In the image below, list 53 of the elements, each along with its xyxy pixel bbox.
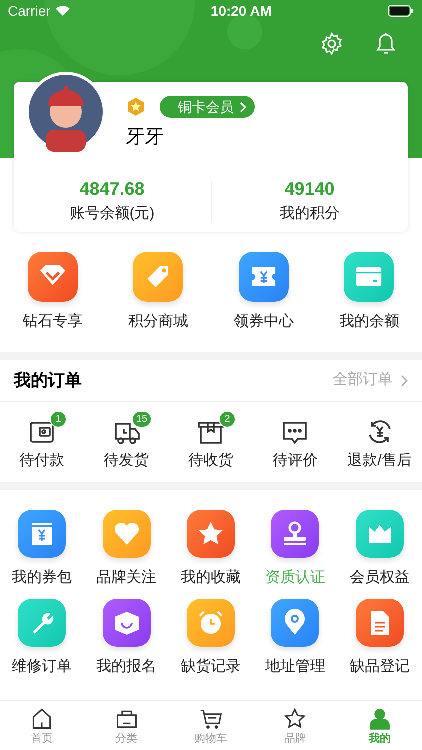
- order-status-label[interactable]: 待收货: [188, 452, 234, 468]
- stat-value: 49140: [284, 178, 335, 201]
- service-label[interactable]: 我的收藏: [180, 570, 241, 585]
- medal-icon: [126, 97, 146, 117]
- shortcut-label[interactable]: 积分商城: [128, 314, 188, 329]
- shortcut-label[interactable]: 领券中心: [234, 314, 294, 329]
- document-icon: [356, 599, 404, 647]
- count-badge: 15: [132, 410, 152, 428]
- count-badge: 2: [218, 410, 236, 428]
- stat-value: 4847.68: [80, 178, 145, 201]
- diamond-icon: [28, 252, 78, 302]
- service-label[interactable]: 会员权益: [350, 570, 410, 585]
- stat-label: 账号余额(元): [70, 204, 155, 224]
- alarm-icon: [186, 599, 235, 647]
- pin-icon: [271, 599, 320, 647]
- chevron-icon: [401, 374, 408, 386]
- stat-label: 我的积分: [280, 204, 340, 224]
- tag-icon: [133, 252, 184, 302]
- carrier-name: Carrier: [8, 2, 51, 20]
- star-icon: [186, 510, 235, 558]
- service-label[interactable]: 我的报名: [96, 659, 157, 674]
- user-name: 牙牙: [126, 128, 165, 147]
- shortcut-label[interactable]: 我的余额: [339, 314, 400, 329]
- order-status-label[interactable]: 待发货: [104, 452, 150, 468]
- shortcut-label[interactable]: 钻石专享: [22, 314, 83, 329]
- card-icon: [344, 252, 394, 302]
- cap-icon: [102, 599, 151, 647]
- order-status-label[interactable]: 退款/售后: [348, 452, 412, 468]
- battery-icon: [388, 5, 414, 17]
- service-label[interactable]: 地址管理: [265, 659, 326, 674]
- service-label[interactable]: 缺货记录: [180, 659, 241, 674]
- wrench-icon: [18, 599, 66, 647]
- ticket-icon: [238, 252, 289, 302]
- order-status-label[interactable]: 待评价: [272, 452, 318, 468]
- service-label[interactable]: 维修订单: [12, 659, 72, 674]
- service-label[interactable]: 缺品登记: [350, 659, 410, 674]
- settings-icon[interactable]: [320, 32, 344, 56]
- count-badge: 1: [50, 410, 68, 428]
- chevron-icon: [240, 102, 247, 112]
- section-title: 我的订单: [14, 370, 82, 392]
- star-icon: [283, 706, 308, 730]
- clock-time: 10:20 AM: [210, 2, 272, 20]
- coupon-pack-icon: [18, 510, 66, 558]
- stamp-icon: [271, 510, 320, 558]
- wifi-icon: [54, 5, 71, 17]
- avatar[interactable]: [26, 72, 106, 152]
- heart-icon: [102, 510, 151, 558]
- crown-icon: [356, 510, 404, 558]
- person-icon: [368, 706, 392, 730]
- service-label[interactable]: 品牌关注: [96, 570, 157, 585]
- service-label[interactable]: 我的券包: [12, 570, 72, 585]
- order-status-label[interactable]: 待付款: [20, 452, 65, 468]
- bell-icon[interactable]: [375, 32, 397, 56]
